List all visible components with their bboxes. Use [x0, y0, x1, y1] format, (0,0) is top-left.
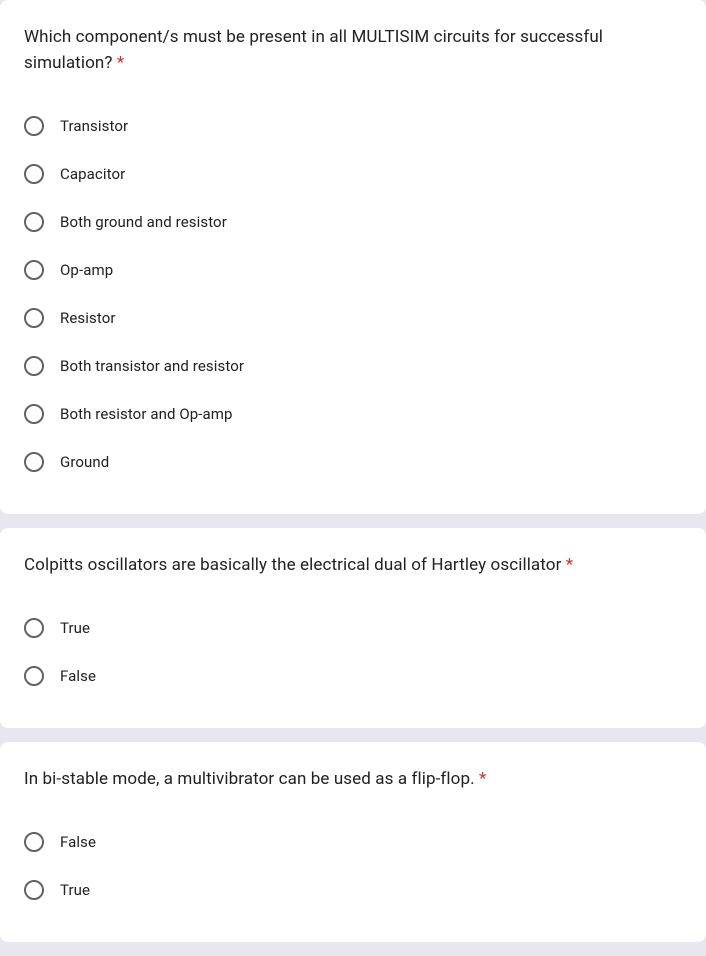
option-list: False True [24, 818, 682, 914]
radio-icon [24, 618, 44, 638]
radio-option[interactable]: False [24, 652, 682, 700]
radio-option[interactable]: Both transistor and resistor [24, 342, 682, 390]
question-card: In bi-stable mode, a multivibrator can b… [0, 742, 706, 942]
question-text-content: Which component/s must be present in all… [24, 27, 603, 73]
radio-option[interactable]: True [24, 604, 682, 652]
option-label: True [60, 619, 90, 637]
question-text-content: Colpitts oscillators are basically the e… [24, 555, 561, 575]
radio-icon [24, 404, 44, 424]
radio-icon [24, 116, 44, 136]
radio-icon [24, 880, 44, 900]
option-label: Both transistor and resistor [60, 357, 244, 375]
radio-icon [24, 260, 44, 280]
option-label: Ground [60, 453, 109, 471]
radio-option[interactable]: Capacitor [24, 150, 682, 198]
radio-option[interactable]: Transistor [24, 102, 682, 150]
question-card: Which component/s must be present in all… [0, 0, 706, 514]
option-list: Transistor Capacitor Both ground and res… [24, 102, 682, 486]
required-mark: * [479, 769, 486, 789]
radio-icon [24, 212, 44, 232]
radio-option[interactable]: Op-amp [24, 246, 682, 294]
radio-icon [24, 164, 44, 184]
question-text-content: In bi-stable mode, a multivibrator can b… [24, 769, 475, 789]
question-card: Colpitts oscillators are basically the e… [0, 528, 706, 728]
radio-icon [24, 308, 44, 328]
option-label: Op-amp [60, 261, 113, 279]
question-text: In bi-stable mode, a multivibrator can b… [24, 766, 682, 792]
radio-option[interactable]: Both ground and resistor [24, 198, 682, 246]
radio-icon [24, 356, 44, 376]
required-mark: * [566, 555, 573, 575]
option-list: True False [24, 604, 682, 700]
radio-option[interactable]: Ground [24, 438, 682, 486]
radio-option[interactable]: Both resistor and Op-amp [24, 390, 682, 438]
radio-option[interactable]: False [24, 818, 682, 866]
radio-icon [24, 452, 44, 472]
option-label: Capacitor [60, 165, 125, 183]
required-mark: * [117, 53, 124, 73]
radio-option[interactable]: True [24, 866, 682, 914]
option-label: Both resistor and Op-amp [60, 405, 233, 423]
option-label: Resistor [60, 309, 116, 327]
radio-icon [24, 832, 44, 852]
option-label: False [60, 667, 96, 685]
question-text: Colpitts oscillators are basically the e… [24, 552, 682, 578]
question-text: Which component/s must be present in all… [24, 24, 682, 76]
radio-icon [24, 666, 44, 686]
option-label: False [60, 833, 96, 851]
option-label: Transistor [60, 117, 128, 135]
option-label: Both ground and resistor [60, 213, 227, 231]
option-label: True [60, 881, 90, 899]
radio-option[interactable]: Resistor [24, 294, 682, 342]
